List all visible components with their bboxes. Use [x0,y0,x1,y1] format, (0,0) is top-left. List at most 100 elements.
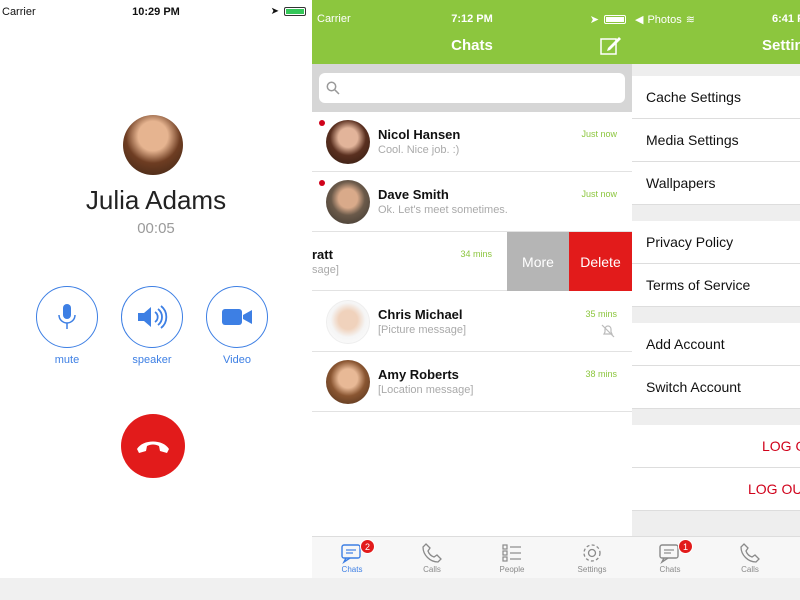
location-icon: ➤ [589,14,599,26]
logout-label: LOG OUT [748,481,800,497]
settings-row-cache[interactable]: Cache Settings [632,76,800,119]
chat-row-chris-michael[interactable]: Chris Michael [Picture message] 35 mins [312,292,632,352]
avatar [326,180,370,224]
avatar [326,120,370,164]
chat-row-dave-smith[interactable]: Dave Smith Ok. Let's meet sometimes. Jus… [312,172,632,232]
tab-label: Calls [423,565,441,574]
video-button[interactable] [206,286,268,348]
tab-chats[interactable]: 2 Chats [322,539,382,574]
tab-chats[interactable]: 1 Chats [640,539,700,574]
unread-badge: 1 [678,539,693,554]
chats-screen: Carrier 7:12 PM ➤ Chats Nicol Hansen Coo… [312,0,632,578]
unread-badge: 2 [360,539,375,554]
caller-avatar [123,115,183,175]
settings-row-switch-account[interactable]: Switch Account [632,366,800,409]
chats-header: Carrier 7:12 PM ➤ Chats [312,0,632,64]
status-time: 10:29 PM [132,6,180,18]
back-arrow-icon[interactable]: ◀ [635,13,643,26]
settings-row-add-account[interactable]: Add Account [632,323,800,366]
status-time: 7:12 PM [451,13,493,25]
row-label: Add Account [646,336,725,352]
message-time: 34 mins [460,249,492,259]
logout-label: LOG O [762,438,800,454]
speaker-button[interactable] [121,286,183,348]
tab-label: People [499,565,525,574]
back-app-label[interactable]: Photos [647,14,681,26]
tab-label: Calls [741,565,759,574]
settings-row-privacy[interactable]: Privacy Policy [632,221,800,264]
tab-calls[interactable]: Calls [720,541,780,574]
settings-row-media[interactable]: Media Settings [632,119,800,162]
phone-icon [422,543,442,563]
page-title: Settin [762,37,800,54]
logout-button[interactable]: LOG O [632,425,800,468]
tab-calls[interactable]: Calls [402,541,462,574]
tab-bar: 2 Chats Calls People Settings [312,536,632,578]
battery-icon [284,7,306,16]
contact-name: Nicol Hansen [378,127,461,142]
settings-header: ◀ Photos ≋ 6:41 P Settin [632,0,800,64]
mute-label: mute [54,354,80,366]
delete-button[interactable]: Delete [569,232,632,291]
last-message: Ok. Let's meet sometimes. [378,204,508,216]
logout-all-button[interactable]: LOG OUT [632,468,800,511]
compose-icon[interactable] [600,35,622,55]
caller-name: Julia Adams [85,185,227,215]
page-title: Chats [451,37,493,54]
search-input[interactable] [319,73,625,103]
tab-label: Chats [341,565,363,574]
unread-dot [319,120,325,126]
speaker-label: speaker [132,354,172,366]
hang-up-icon [137,441,169,453]
message-time: 35 mins [585,309,617,319]
contact-name: Chris Michael [378,307,463,322]
hang-up-button[interactable] [121,414,185,478]
last-message: [Picture message] [378,324,467,336]
last-message: [Location message] [378,384,474,396]
people-list-icon [502,544,521,562]
last-message: sage] [312,264,339,276]
chat-row-amy-roberts[interactable]: Amy Roberts [Location message] 38 mins [312,352,632,412]
row-label: Privacy Policy [646,234,734,250]
search-bar [312,64,632,112]
contact-name: ratt [312,247,333,262]
last-message: Cool. Nice job. :) [378,144,460,156]
tab-bar: 1 Chats Calls [632,536,800,578]
message-time: 38 mins [585,369,617,379]
chat-row-nicol-hansen[interactable]: Nicol Hansen Cool. Nice job. :) Just now [312,112,632,172]
message-time: Just now [581,129,617,139]
speaker-icon [138,305,168,329]
tab-settings[interactable]: Settings [562,541,622,574]
row-label: Terms of Service [646,277,751,293]
tab-label: Settings [577,565,607,574]
search-icon [326,81,340,95]
status-bar: Carrier 10:29 PM ➤ [0,0,312,20]
phone-icon [740,543,760,563]
video-camera-icon [222,309,252,325]
row-label: Wallpapers [646,175,716,191]
row-label: Cache Settings [646,89,741,105]
battery-icon [604,15,626,24]
tab-label: Chats [659,565,681,574]
row-label: Media Settings [646,132,739,148]
settings-screen: ◀ Photos ≋ 6:41 P Settin Cache Settings … [632,0,800,578]
contact-name: Amy Roberts [378,367,459,382]
contact-name: Dave Smith [378,187,449,202]
gear-icon [583,544,601,562]
tab-people[interactable]: People [482,541,542,574]
background-strip [0,578,800,600]
mute-button[interactable] [36,286,98,348]
settings-row-terms[interactable]: Terms of Service [632,264,800,307]
avatar [326,300,370,344]
message-time: Just now [581,189,617,199]
settings-row-wallpapers[interactable]: Wallpapers [632,162,800,205]
microphone-icon [58,304,76,329]
call-screen: Carrier 10:29 PM ➤ Julia Adams 00:05 mut… [0,0,312,578]
screenshot-collage: Carrier 10:29 PM ➤ Julia Adams 00:05 mut… [0,0,800,600]
muted-bell-icon [601,324,615,338]
more-button[interactable]: More [507,232,569,291]
avatar [326,360,370,404]
row-label: Switch Account [646,379,741,395]
unread-dot [319,180,325,186]
status-time: 6:41 P [772,13,800,25]
